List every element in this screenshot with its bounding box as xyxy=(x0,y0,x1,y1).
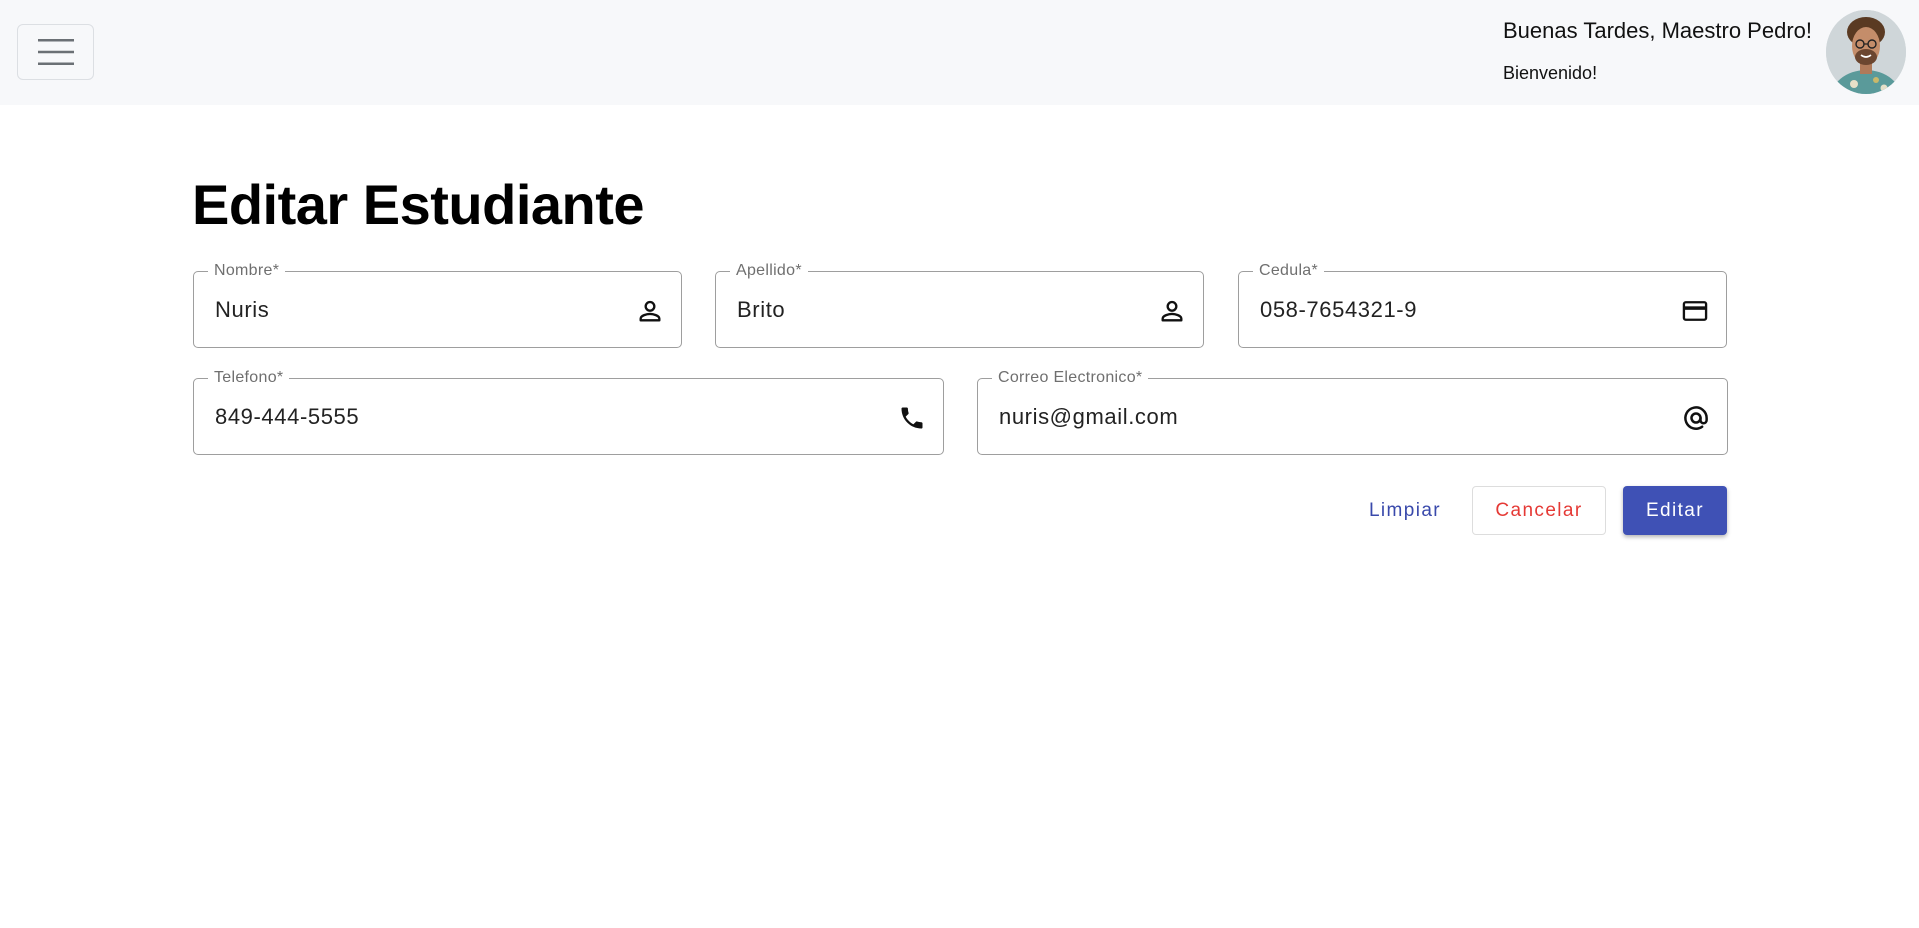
top-app-bar: Buenas Tardes, Maestro Pedro! Bienvenido… xyxy=(0,0,1919,105)
nombre-field[interactable]: Nombre* xyxy=(193,262,682,348)
credit-card-icon xyxy=(1680,296,1710,326)
menu-button[interactable] xyxy=(17,24,94,80)
person-icon xyxy=(1157,296,1187,326)
correo-input[interactable] xyxy=(999,379,1667,454)
apellido-field[interactable]: Apellido* xyxy=(715,262,1204,348)
telefono-field[interactable]: Telefono* xyxy=(193,369,944,455)
at-sign-icon xyxy=(1681,403,1711,433)
avatar-image xyxy=(1826,10,1906,94)
edit-button[interactable]: Editar xyxy=(1623,486,1727,535)
apellido-input[interactable] xyxy=(737,272,1143,347)
correo-field[interactable]: Correo Electronico* xyxy=(977,369,1728,455)
person-icon xyxy=(635,296,665,326)
nombre-input[interactable] xyxy=(215,272,621,347)
phone-icon xyxy=(897,403,927,433)
cancel-button[interactable]: Cancelar xyxy=(1472,486,1606,535)
page-title: Editar Estudiante xyxy=(192,173,645,236)
user-avatar[interactable] xyxy=(1826,10,1906,94)
cedula-field[interactable]: Cedula* xyxy=(1238,262,1727,348)
welcome-text: Bienvenido! xyxy=(1503,63,1598,83)
cedula-input[interactable] xyxy=(1260,272,1666,347)
telefono-input[interactable] xyxy=(215,379,883,454)
hamburger-menu-icon xyxy=(37,39,74,65)
clear-button[interactable]: Limpiar xyxy=(1353,486,1457,535)
greeting-text: Buenas Tardes, Maestro Pedro! xyxy=(1503,18,1812,43)
